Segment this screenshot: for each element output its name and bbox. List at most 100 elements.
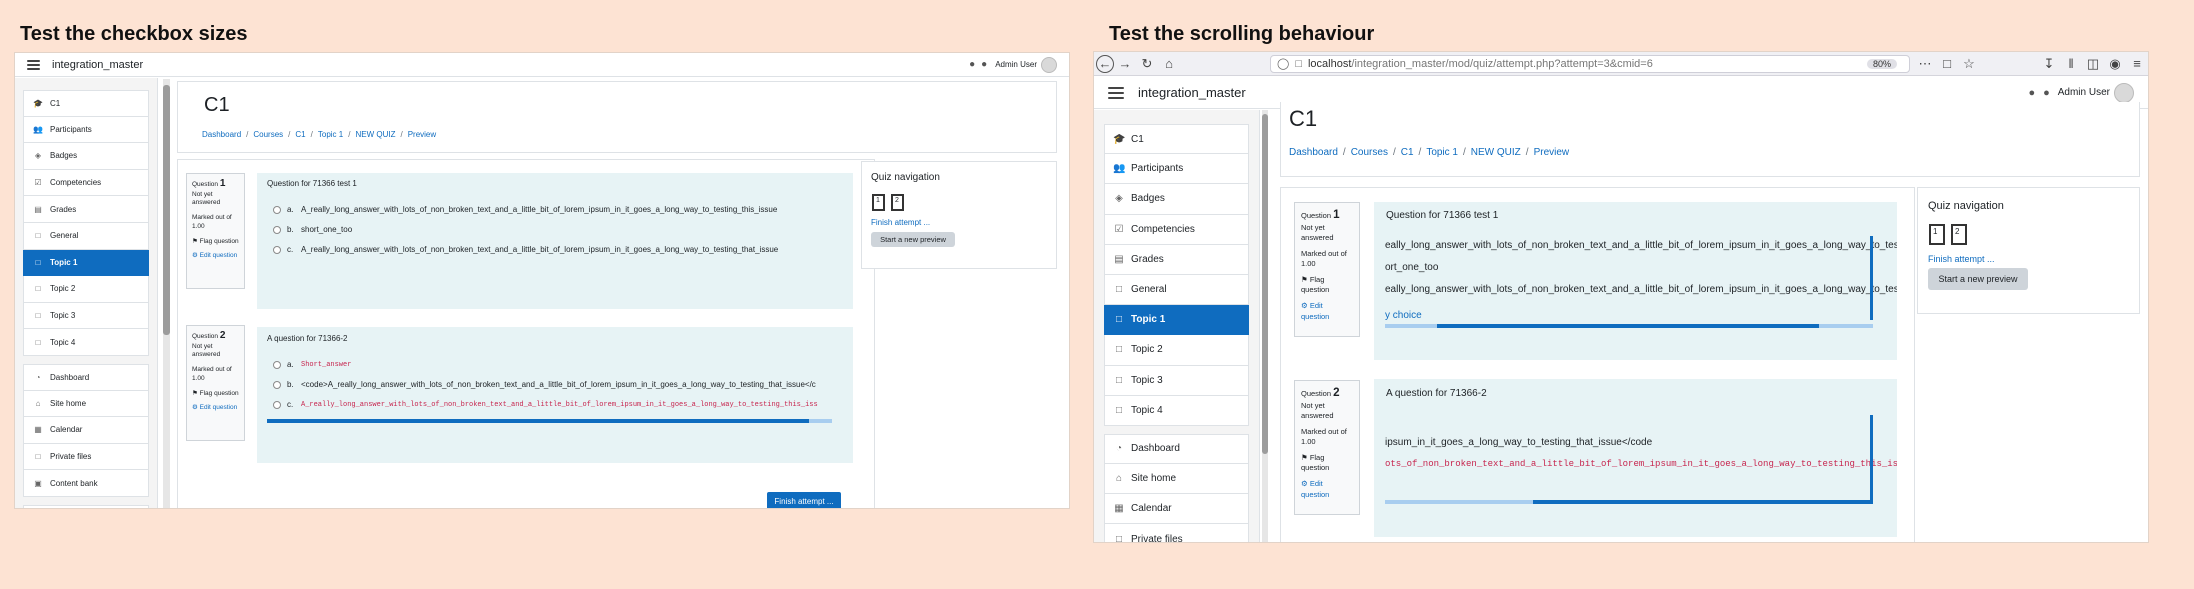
- radio-button[interactable]: [273, 225, 281, 234]
- option-row[interactable]: b. short_one_too: [273, 225, 352, 234]
- edit-question-link[interactable]: ⚙ Edit question: [1301, 479, 1353, 499]
- vertical-scrollbar[interactable]: [1870, 415, 1873, 503]
- site-name[interactable]: integration_master: [1138, 85, 1246, 100]
- sidebar-item-topic-2[interactable]: □ Topic 2: [1104, 335, 1249, 366]
- breadcrumb-link[interactable]: Topic 1: [318, 130, 343, 139]
- breadcrumb-link[interactable]: Courses: [253, 130, 283, 139]
- sidebar-item-topic-4[interactable]: □ Topic 4: [1104, 395, 1249, 426]
- finish-attempt-button[interactable]: Finish attempt ...: [767, 492, 841, 508]
- edit-question-link[interactable]: ⚙ Edit question: [1301, 301, 1353, 321]
- sidebar-item-competencies[interactable]: ☑ Competencies: [1104, 214, 1249, 245]
- option-row[interactable]: ipsum_in_it_goes_a_long_way_to_testing_t…: [1385, 437, 1652, 448]
- sidebar-item-topic-3[interactable]: □ Topic 3: [1104, 365, 1249, 396]
- option-row[interactable]: c. A_really_long_answer_with_lots_of_non_…: [273, 245, 778, 254]
- horizontal-scrollbar[interactable]: [1385, 500, 1873, 504]
- site-name[interactable]: integration_master: [52, 59, 143, 71]
- reload-icon[interactable]: ↻: [1136, 53, 1158, 75]
- radio-button[interactable]: [273, 245, 281, 254]
- sidebar-item-calendar[interactable]: ▦ Calendar: [1104, 494, 1249, 525]
- breadcrumb-link[interactable]: Courses: [1351, 147, 1388, 158]
- breadcrumb-link[interactable]: Dashboard: [1289, 147, 1338, 158]
- option-row[interactable]: eally_long_answer_with_lots_of_non_broke…: [1385, 284, 1897, 295]
- sidebar-item-badges[interactable]: ◈ Badges: [23, 143, 149, 170]
- option-row[interactable]: eally_long_answer_with_lots_of_non_broke…: [1385, 240, 1897, 251]
- horizontal-scrollbar[interactable]: [267, 419, 832, 423]
- breadcrumb-link[interactable]: Preview: [1534, 147, 1570, 158]
- sidebar-item-calendar[interactable]: ▦ Calendar: [23, 417, 149, 444]
- flag-question[interactable]: ⚑ Flag question: [192, 238, 239, 247]
- breadcrumb-link[interactable]: NEW QUIZ: [1471, 147, 1521, 158]
- breadcrumb-link[interactable]: Preview: [408, 130, 436, 139]
- menu-icon[interactable]: ≡: [2126, 53, 2148, 75]
- sidebar-item-badges[interactable]: ◈ Badges: [1104, 184, 1249, 215]
- user-name[interactable]: Admin User: [2058, 87, 2110, 98]
- horizontal-scrollbar[interactable]: [1385, 324, 1873, 328]
- sidebar-item-topic-1[interactable]: □ Topic 1: [23, 249, 149, 277]
- bookmark-star-icon[interactable]: ☆: [1958, 53, 1980, 75]
- back-icon[interactable]: ←: [1096, 54, 1114, 73]
- bell-icon[interactable]: ●: [2028, 87, 2035, 99]
- flag-question[interactable]: ⚑ Flag question: [1301, 453, 1353, 473]
- sidebar-item-site-home[interactable]: ⌂ Site home: [1104, 464, 1249, 495]
- sidebar-item-content-bank[interactable]: ▣ Content bank: [23, 470, 149, 497]
- sidebar-scrollbar[interactable]: [1262, 110, 1268, 542]
- breadcrumb-link[interactable]: Dashboard: [202, 130, 241, 139]
- option-row[interactable]: c. A_really_long_answer_with_lots_of_non_…: [273, 400, 818, 409]
- message-icon[interactable]: ●: [2043, 87, 2050, 99]
- radio-button[interactable]: [273, 205, 281, 214]
- hamburger-icon[interactable]: [1108, 86, 1124, 99]
- bell-icon[interactable]: ●: [969, 59, 975, 70]
- breadcrumb-link[interactable]: NEW QUIZ: [355, 130, 395, 139]
- sidebar-item-competencies[interactable]: ☑ Competencies: [23, 169, 149, 197]
- pocket-icon[interactable]: □: [1936, 53, 1958, 75]
- option-row[interactable]: ort_one_too: [1385, 262, 1438, 273]
- sidebar-item-private-files[interactable]: □ Private files: [23, 443, 149, 471]
- avatar[interactable]: [2114, 82, 2134, 103]
- user-name[interactable]: Admin User: [995, 60, 1037, 69]
- library-icon[interactable]: ‖: [2060, 53, 2082, 75]
- sidebar-item-grades[interactable]: ▤ Grades: [1104, 244, 1249, 275]
- flag-question[interactable]: ⚑ Flag question: [1301, 275, 1353, 295]
- sidebar-item-private-files[interactable]: □ Private files: [1104, 524, 1249, 542]
- avatar[interactable]: [1041, 56, 1057, 73]
- sidebar-item-site-home[interactable]: ⌂ Site home: [23, 390, 149, 418]
- home-icon[interactable]: ⌂: [1158, 53, 1180, 75]
- breadcrumb-link[interactable]: C1: [295, 130, 305, 139]
- forward-icon[interactable]: →: [1114, 53, 1136, 75]
- download-icon[interactable]: ↧: [2038, 53, 2060, 75]
- finish-attempt-link[interactable]: Finish attempt ...: [1928, 254, 1995, 264]
- option-row[interactable]: ots_of_non_broken_text_and_a_little_bit_…: [1385, 459, 1897, 469]
- sidebar-item-general[interactable]: □ General: [23, 222, 149, 250]
- vertical-scrollbar[interactable]: [1870, 236, 1873, 320]
- sidebar-scrollbar[interactable]: [163, 79, 170, 508]
- zoom-level[interactable]: 80%: [1866, 58, 1897, 69]
- sidebar-item-participants[interactable]: 👥 Participants: [23, 116, 149, 144]
- option-row[interactable]: a. Short_answer: [273, 360, 351, 369]
- sidebar-item-c1[interactable]: 🎓 C1: [23, 90, 149, 117]
- url-bar[interactable]: ◯ □ localhost/integration_master/mod/qui…: [1270, 54, 1910, 73]
- account-icon[interactable]: ◉: [2104, 53, 2126, 75]
- sidebar-item-dashboard[interactable]: ◔ Dashboard: [23, 363, 149, 391]
- quiz-nav-button-1[interactable]: 1: [872, 194, 885, 211]
- sidebar-item-general[interactable]: □ General: [1104, 274, 1249, 306]
- option-row[interactable]: a. A_really_long_answer_with_lots_of_non_…: [273, 205, 777, 214]
- sidebar-item-c1[interactable]: 🎓 C1: [1104, 124, 1249, 155]
- option-row[interactable]: b. <code>A_really_long_answer_with_lots_o…: [273, 380, 816, 389]
- sidebar-item-topic-3[interactable]: □ Topic 3: [23, 302, 149, 330]
- edit-question-link[interactable]: ⚙ Edit question: [192, 252, 239, 261]
- clear-choice-link[interactable]: y choice: [1385, 310, 1422, 321]
- sidebar-item-site-administration[interactable]: ⚒Site administration: [23, 504, 149, 508]
- sidebar-item-topic-4[interactable]: □ Topic 4: [23, 329, 149, 356]
- sidebar-item-participants[interactable]: 👥 Participants: [1104, 154, 1249, 185]
- quiz-nav-button-1[interactable]: 1: [1929, 224, 1945, 245]
- breadcrumb-link[interactable]: C1: [1401, 147, 1414, 158]
- flag-question[interactable]: ⚑ Flag question: [192, 390, 239, 399]
- finish-attempt-link[interactable]: Finish attempt ...: [871, 218, 930, 227]
- hamburger-icon[interactable]: [27, 59, 40, 70]
- sidebar-item-grades[interactable]: ▤ Grades: [23, 196, 149, 223]
- start-new-preview-button[interactable]: Start a new preview: [1928, 268, 2028, 290]
- start-new-preview-button[interactable]: Start a new preview: [871, 232, 955, 247]
- sidebar-item-topic-1[interactable]: □ Topic 1: [1104, 305, 1249, 336]
- quiz-nav-button-2[interactable]: 2: [891, 194, 904, 211]
- radio-button[interactable]: [273, 360, 281, 369]
